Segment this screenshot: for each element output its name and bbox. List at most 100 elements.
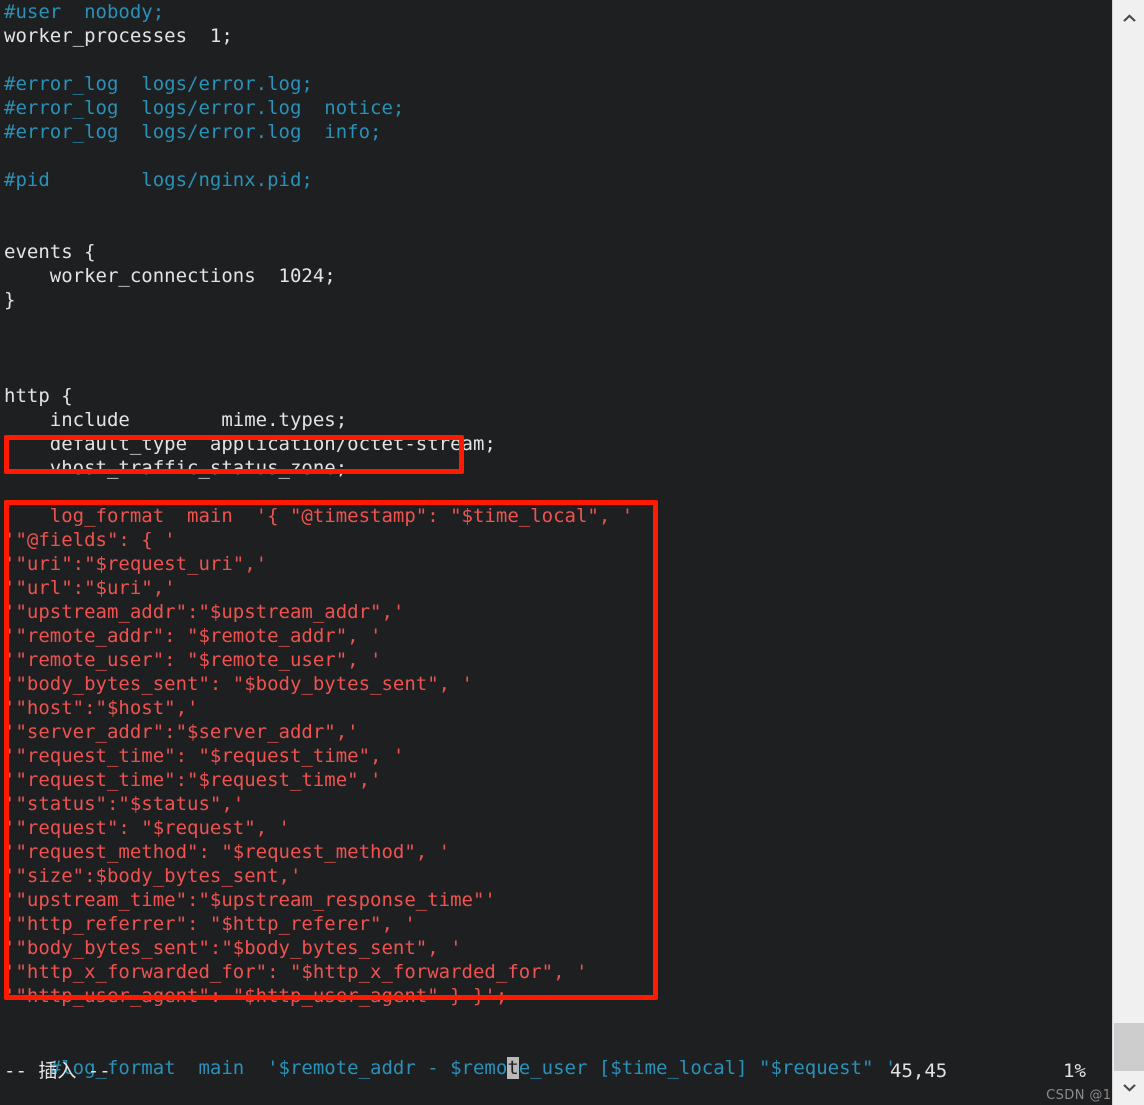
- code-line: '"remote_addr": "$remote_addr", ': [0, 624, 1112, 648]
- code-line-text: http {: [4, 385, 73, 407]
- vim-status-line: -- 插入 -- 45,45 1%: [0, 1058, 1112, 1084]
- code-line: '"host":"$host",': [0, 696, 1112, 720]
- code-line-text: log_format main '{ "@timestamp": "$time_…: [4, 505, 634, 527]
- code-line-text: '"status":"$status",': [4, 793, 245, 815]
- code-line-text: #error_log logs/error.log notice;: [4, 97, 405, 119]
- code-area[interactable]: #user nobody; worker_processes 1; #error_…: [0, 0, 1112, 1080]
- code-line-text: #pid logs/nginx.pid;: [4, 169, 313, 191]
- code-line-text: '"url":"$uri",': [4, 577, 176, 599]
- chevron-up-icon: [1122, 13, 1136, 22]
- code-line-text: #error_log logs/error.log info;: [4, 121, 382, 143]
- scroll-down-button[interactable]: [1113, 1071, 1144, 1105]
- code-line: '"status":"$status",': [0, 792, 1112, 816]
- chevron-down-icon: [1122, 1083, 1136, 1092]
- cursor-position-ruler: 45,45: [890, 1060, 948, 1082]
- code-line-text: worker_processes 1;: [4, 25, 233, 47]
- code-line: [0, 144, 1112, 168]
- code-line-text: #user nobody;: [4, 1, 165, 23]
- code-line-text: #error_log logs/error.log;: [4, 73, 313, 95]
- code-line: '"uri":"$request_uri",': [0, 552, 1112, 576]
- code-line: '"request": "$request", ': [0, 816, 1112, 840]
- code-line: #error_log logs/error.log;: [0, 72, 1112, 96]
- code-line-text: '"@fields": { ': [4, 529, 176, 551]
- code-line: [0, 48, 1112, 72]
- code-line: '"upstream_addr":"$upstream_addr",': [0, 600, 1112, 624]
- code-line: '"request_time": "$request_time", ': [0, 744, 1112, 768]
- code-line: log_format main '{ "@timestamp": "$time_…: [0, 504, 1112, 528]
- code-line: include mime.types;: [0, 408, 1112, 432]
- code-line: #user nobody;: [0, 0, 1112, 24]
- code-line-text: '"body_bytes_sent":"$body_bytes_sent", ': [4, 937, 462, 959]
- scrollbar-track[interactable]: [1113, 34, 1144, 1071]
- code-line: worker_connections 1024;: [0, 264, 1112, 288]
- code-line: '"body_bytes_sent": "$body_bytes_sent", …: [0, 672, 1112, 696]
- code-line: [0, 1032, 1112, 1056]
- code-line-text: '"request": "$request", ': [4, 817, 290, 839]
- code-line: #pid logs/nginx.pid;: [0, 168, 1112, 192]
- vim-mode-indicator: -- 插入 --: [4, 1060, 111, 1082]
- code-line: #error_log logs/error.log info;: [0, 120, 1112, 144]
- code-line: }: [0, 288, 1112, 312]
- code-line: [0, 216, 1112, 240]
- code-line: [0, 1008, 1112, 1032]
- code-line-text: '"size":$body_bytes_sent,': [4, 865, 302, 887]
- code-line: '"http_referrer": "$http_referer", ': [0, 912, 1112, 936]
- code-line-text: '"server_addr":"$server_addr",': [4, 721, 359, 743]
- code-line-text: '"body_bytes_sent": "$body_bytes_sent", …: [4, 673, 473, 695]
- code-line-text: include mime.types;: [4, 409, 348, 431]
- code-line: '"request_method": "$request_method", ': [0, 840, 1112, 864]
- scrollbar-thumb[interactable]: [1114, 1023, 1144, 1071]
- code-line: '"@fields": { ': [0, 528, 1112, 552]
- code-line: '"upstream_time":"$upstream_response_tim…: [0, 888, 1112, 912]
- code-line-text: '"request_method": "$request_method", ': [4, 841, 451, 863]
- code-line: '"body_bytes_sent":"$body_bytes_sent", ': [0, 936, 1112, 960]
- code-line: #error_log logs/error.log notice;: [0, 96, 1112, 120]
- code-line-text: events {: [4, 241, 96, 263]
- scroll-percent-indicator: 1%: [1063, 1060, 1086, 1082]
- vim-editor-pane[interactable]: #user nobody; worker_processes 1; #error_…: [0, 0, 1112, 1105]
- code-line: default_type application/octet-stream;: [0, 432, 1112, 456]
- code-line-text: '"request_time": "$request_time", ': [4, 745, 405, 767]
- code-line: vhost_traffic_status_zone;: [0, 456, 1112, 480]
- code-line: '"http_user_agent": "$http_user_agent" }…: [0, 984, 1112, 1008]
- terminal-window: #user nobody; worker_processes 1; #error_…: [0, 0, 1144, 1105]
- code-line: worker_processes 1;: [0, 24, 1112, 48]
- code-line: '"remote_user": "$remote_user", ': [0, 648, 1112, 672]
- code-line: [0, 360, 1112, 384]
- code-line-text: '"remote_user": "$remote_user", ': [4, 649, 382, 671]
- code-line-text: '"upstream_time":"$upstream_response_tim…: [4, 889, 496, 911]
- code-line: '"size":$body_bytes_sent,': [0, 864, 1112, 888]
- code-line: http {: [0, 384, 1112, 408]
- code-line: [0, 336, 1112, 360]
- code-line-text: '"upstream_addr":"$upstream_addr",': [4, 601, 405, 623]
- code-line-text: '"remote_addr": "$remote_addr", ': [4, 625, 382, 647]
- code-line-text: vhost_traffic_status_zone;: [4, 457, 348, 479]
- code-line-text: '"http_x_forwarded_for": "$http_x_forwar…: [4, 961, 588, 983]
- code-line: '"request_time":"$request_time",': [0, 768, 1112, 792]
- code-line: [0, 192, 1112, 216]
- code-line-text: worker_connections 1024;: [4, 265, 336, 287]
- code-line-text: }: [4, 289, 16, 311]
- code-line: [0, 312, 1112, 336]
- code-line-text: '"http_user_agent": "$http_user_agent" }…: [4, 985, 508, 1007]
- code-line: '"server_addr":"$server_addr",': [0, 720, 1112, 744]
- vertical-scrollbar[interactable]: [1112, 0, 1144, 1105]
- scroll-up-button[interactable]: [1113, 0, 1144, 34]
- code-line-text: '"request_time":"$request_time",': [4, 769, 382, 791]
- code-line-text: '"http_referrer": "$http_referer", ': [4, 913, 416, 935]
- code-line: [0, 480, 1112, 504]
- code-line-text: '"host":"$host",': [4, 697, 199, 719]
- code-line: '"http_x_forwarded_for": "$http_x_forwar…: [0, 960, 1112, 984]
- code-line-text: '"uri":"$request_uri",': [4, 553, 268, 575]
- code-line: '"url":"$uri",': [0, 576, 1112, 600]
